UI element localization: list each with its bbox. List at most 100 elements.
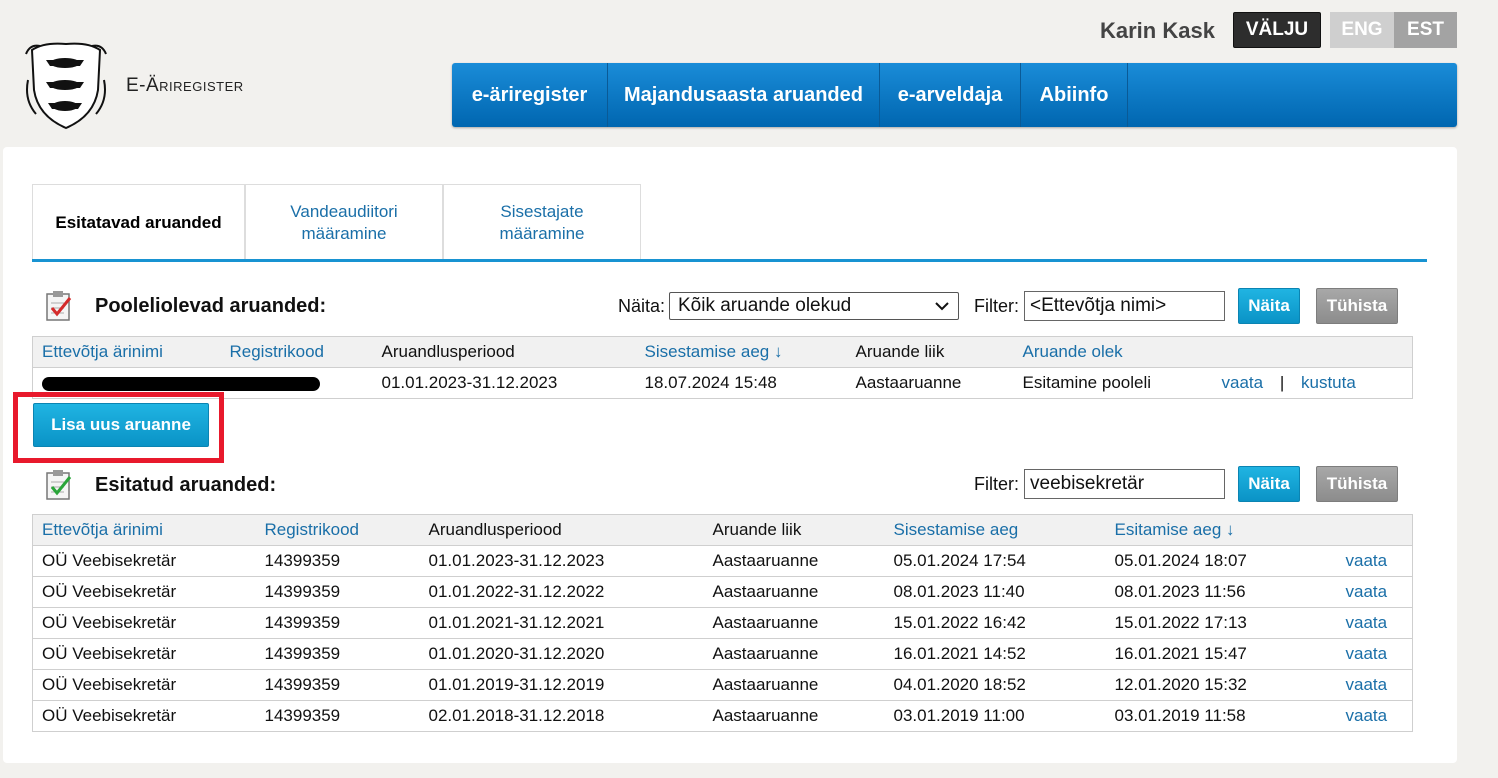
- highlight-box: [13, 392, 224, 463]
- tab-sisestajad[interactable]: Sisestajate määramine: [443, 184, 641, 260]
- action-separator: |: [1279, 373, 1285, 392]
- view-link[interactable]: vaata: [1325, 669, 1413, 701]
- cell-type: Aastaaruanne: [703, 576, 885, 608]
- cell-status: Esitamine pooleli: [1013, 367, 1213, 399]
- status-select-value: Kõik aruande olekud: [678, 295, 852, 316]
- submitted-title: Esitatud aruanded:: [95, 474, 277, 496]
- cell-period: 01.01.2019-31.12.2019: [419, 669, 704, 701]
- cell-entered: 03.01.2019 11:00: [884, 700, 1106, 732]
- redaction-bar: [42, 376, 320, 391]
- cell-submitted: 16.01.2021 15:47: [1105, 638, 1326, 670]
- submitted-table: Ettevõtja ärinimi Registrikood Aruandlus…: [32, 514, 1413, 732]
- table-row: OÜ Veebisekretär 14399359 01.01.2022-31.…: [32, 576, 1413, 608]
- col-sisestamise-aeg[interactable]: Sisestamise aeg: [884, 514, 1106, 546]
- pending-table: Ettevõtja ärinimi Registrikood Aruandlus…: [32, 336, 1413, 399]
- view-link[interactable]: vaata: [1325, 545, 1413, 577]
- nav-item-ariregister[interactable]: e-äriregister: [452, 63, 608, 127]
- table-row: OÜ Veebisekretär 14399359 01.01.2019-31.…: [32, 669, 1413, 701]
- pending-filter-input[interactable]: <Ettevõtja nimi>: [1024, 291, 1225, 321]
- cell-name: OÜ Veebisekretär: [32, 607, 256, 639]
- cell-code: 14399359: [255, 669, 420, 701]
- clipboard-icon: [44, 290, 74, 322]
- tab-vandeaudiitor[interactable]: Vandeaudiitori määramine: [245, 184, 443, 260]
- pending-filter-label: Filter:: [974, 296, 1019, 316]
- lang-est-button[interactable]: EST: [1394, 12, 1457, 48]
- col-arinimi[interactable]: Ettevõtja ärinimi: [32, 336, 221, 368]
- table-row: OÜ Veebisekretär 14399359 01.01.2023-31.…: [32, 545, 1413, 577]
- view-link[interactable]: vaata: [1325, 700, 1413, 732]
- status-select[interactable]: Kõik aruande olekud: [669, 292, 959, 320]
- table-row: OÜ Veebisekretär 14399359 01.01.2020-31.…: [32, 638, 1413, 670]
- cell-submitted: 03.01.2019 11:58: [1105, 700, 1326, 732]
- submitted-filter-input[interactable]: veebisekretär: [1024, 469, 1225, 499]
- cell-period: 02.01.2018-31.12.2018: [419, 700, 704, 732]
- cell-code: 14399359: [255, 576, 420, 608]
- cell-type: Aastaaruanne: [703, 700, 885, 732]
- submitted-show-button[interactable]: Näita: [1238, 466, 1300, 502]
- cell-submitted: 05.01.2024 18:07: [1105, 545, 1326, 577]
- cell-name: OÜ Veebisekretär: [32, 669, 256, 701]
- view-link[interactable]: vaata: [1222, 373, 1264, 392]
- nav-item-arveldaja[interactable]: e-arveldaja: [880, 63, 1021, 127]
- table-header-row: Ettevõtja ärinimi Registrikood Aruandlus…: [32, 336, 1413, 368]
- lang-eng-button[interactable]: ENG: [1330, 12, 1394, 48]
- col-sisestamise-aeg[interactable]: Sisestamise aeg ↓: [635, 336, 847, 368]
- cell-entered: 08.01.2023 11:40: [884, 576, 1106, 608]
- col-actions: [1325, 514, 1413, 546]
- tab-esitatavad[interactable]: Esitatavad aruanded: [32, 184, 245, 260]
- col-aruandlusperiood: Aruandlusperiood: [372, 336, 636, 368]
- col-arinimi[interactable]: Ettevõtja ärinimi: [32, 514, 256, 546]
- cell-type: Aastaaruanne: [703, 545, 885, 577]
- chevron-down-icon: [934, 295, 950, 317]
- tab-underline: [32, 259, 1427, 262]
- main-nav: e-äriregister Majandusaasta aruanded e-a…: [452, 63, 1457, 127]
- cell-period: 01.01.2021-31.12.2021: [419, 607, 704, 639]
- col-esitamise-aeg[interactable]: Esitamise aeg ↓: [1105, 514, 1326, 546]
- submitted-clear-button[interactable]: Tühista: [1316, 466, 1398, 502]
- cell-period: 01.01.2020-31.12.2020: [419, 638, 704, 670]
- cell-code: 14399359: [255, 638, 420, 670]
- show-label: Näita:: [618, 296, 666, 316]
- logout-button[interactable]: VÄLJU: [1233, 12, 1321, 48]
- cell-type: Aastaaruanne: [703, 669, 885, 701]
- delete-link[interactable]: kustuta: [1301, 373, 1356, 392]
- cell-period: 01.01.2023-31.12.2023: [419, 545, 704, 577]
- col-aruande-liik: Aruande liik: [846, 336, 1014, 368]
- nav-item-majandusaasta[interactable]: Majandusaasta aruanded: [608, 63, 880, 127]
- cell-entered: 15.01.2022 16:42: [884, 607, 1106, 639]
- cell-entered: 16.01.2021 14:52: [884, 638, 1106, 670]
- nav-item-abiinfo[interactable]: Abiinfo: [1021, 63, 1128, 127]
- table-row: OÜ Veebisekretär 14399359 01.01.2021-31.…: [32, 607, 1413, 639]
- cell-period: 01.01.2023-31.12.2023: [372, 367, 636, 399]
- cell-entered: 05.01.2024 17:54: [884, 545, 1106, 577]
- cell-actions: vaata | kustuta: [1212, 367, 1413, 399]
- coat-of-arms-logo: [24, 40, 108, 132]
- col-aruande-olek[interactable]: Aruande olek: [1013, 336, 1213, 368]
- table-header-row: Ettevõtja ärinimi Registrikood Aruandlus…: [32, 514, 1413, 546]
- col-registrikood[interactable]: Registrikood: [220, 336, 373, 368]
- col-actions: [1212, 336, 1413, 368]
- cell-name: OÜ Veebisekretär: [32, 700, 256, 732]
- pending-clear-button[interactable]: Tühista: [1316, 288, 1398, 324]
- pending-show-button[interactable]: Näita: [1238, 288, 1300, 324]
- user-name: Karin Kask: [1100, 18, 1215, 43]
- cell-code: 14399359: [255, 700, 420, 732]
- table-row: OÜ Veebisekretär 14399359 02.01.2018-31.…: [32, 700, 1413, 732]
- brand-title: E-Äriregister: [126, 75, 244, 96]
- table-row: 01.01.2023-31.12.2023 18.07.2024 15:48 A…: [32, 367, 1413, 399]
- cell-entered: 04.01.2020 18:52: [884, 669, 1106, 701]
- pending-title: Pooleliolevad aruanded:: [95, 295, 327, 317]
- cell-code: 14399359: [255, 607, 420, 639]
- cell-type: Aastaaruanne: [846, 367, 1014, 399]
- view-link[interactable]: vaata: [1325, 607, 1413, 639]
- cell-name: OÜ Veebisekretär: [32, 545, 256, 577]
- cell-name: OÜ Veebisekretär: [32, 638, 256, 670]
- view-link[interactable]: vaata: [1325, 576, 1413, 608]
- cell-period: 01.01.2022-31.12.2022: [419, 576, 704, 608]
- view-link[interactable]: vaata: [1325, 638, 1413, 670]
- col-registrikood[interactable]: Registrikood: [255, 514, 420, 546]
- cell-entered: 18.07.2024 15:48: [635, 367, 847, 399]
- col-aruande-liik: Aruande liik: [703, 514, 885, 546]
- cell-code: 14399359: [255, 545, 420, 577]
- cell-type: Aastaaruanne: [703, 607, 885, 639]
